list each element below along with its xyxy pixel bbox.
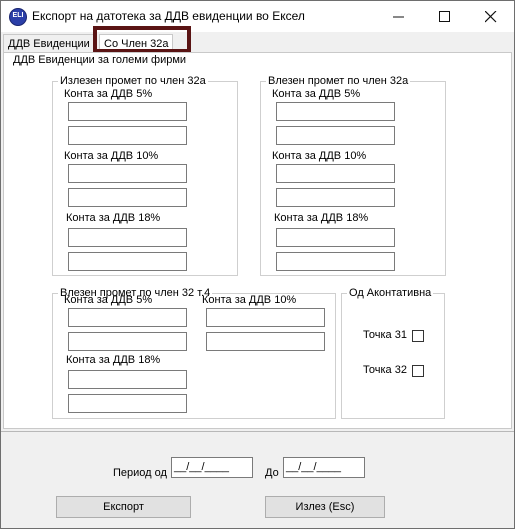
outgoing-vat5-field-1[interactable] bbox=[68, 102, 187, 121]
period-to-field[interactable]: __/__/____ bbox=[283, 457, 365, 478]
incoming-vat10-label: Конта за ДДВ 10% bbox=[272, 150, 367, 162]
incoming4-vat5-label: Конта за ДДВ 5% bbox=[64, 294, 153, 306]
incoming-vat5-label: Конта за ДДВ 5% bbox=[272, 88, 361, 100]
incoming-vat5-field-2[interactable] bbox=[276, 126, 395, 145]
minimize-icon bbox=[393, 16, 404, 18]
outgoing-vat18-label: Конта за ДДВ 18% bbox=[66, 212, 161, 224]
incoming-vat10-field-1[interactable] bbox=[276, 164, 395, 183]
app-logo-icon: ELI bbox=[9, 8, 27, 26]
incoming-vat10-field-2[interactable] bbox=[276, 188, 395, 207]
incoming4-vat5-field[interactable] bbox=[68, 308, 187, 327]
incoming4-vat5-field-2[interactable] bbox=[68, 332, 187, 351]
tab-vat-records[interactable]: ДДВ Евиденции bbox=[3, 34, 97, 53]
export-button[interactable]: Експорт bbox=[56, 496, 191, 518]
period-from-field[interactable]: __/__/____ bbox=[171, 457, 253, 478]
incoming-vat18-field-2[interactable] bbox=[276, 252, 395, 271]
point-32-label: Точка 32 bbox=[363, 364, 407, 376]
period-from-label: Период од bbox=[113, 467, 167, 479]
title-bar: ELI Експорт на датотека за ДДВ евиденции… bbox=[1, 1, 514, 32]
panel-legend: ДДВ Евиденции за големи фирми bbox=[13, 54, 187, 66]
minimize-button[interactable] bbox=[376, 1, 422, 32]
group-advance: Од Аконтативна bbox=[341, 287, 445, 419]
incoming4-vat10-label: Конта за ДДВ 10% bbox=[202, 294, 297, 306]
group-outgoing-32a-legend: Излезен промет по член 32а bbox=[58, 75, 208, 87]
window-title: Експорт на датотека за ДДВ евиденции во … bbox=[32, 9, 305, 23]
group-advance-legend: Од Аконтативна bbox=[347, 287, 434, 299]
outgoing-vat10-label: Конта за ДДВ 10% bbox=[64, 150, 159, 162]
incoming-vat5-field-1[interactable] bbox=[276, 102, 395, 121]
incoming4-vat18-field-1[interactable] bbox=[68, 370, 187, 389]
outgoing-vat10-field-1[interactable] bbox=[68, 164, 187, 183]
outgoing-vat18-field-1[interactable] bbox=[68, 228, 187, 247]
group-incoming-32a-legend: Влезен промет по член 32а bbox=[266, 75, 411, 87]
close-icon bbox=[485, 11, 497, 23]
export-window: ELI Експорт на датотека за ДДВ евиденции… bbox=[0, 0, 515, 529]
incoming-vat18-label: Конта за ДДВ 18% bbox=[274, 212, 369, 224]
outgoing-vat5-label: Конта за ДДВ 5% bbox=[64, 88, 153, 100]
maximize-button[interactable] bbox=[422, 1, 468, 32]
bottom-separator bbox=[1, 431, 514, 432]
tab-panel: ДДВ Евиденции за големи фирми Излезен пр… bbox=[3, 52, 512, 429]
tab-highlight-frame bbox=[93, 26, 191, 53]
incoming4-vat10-field-1[interactable] bbox=[206, 308, 325, 327]
incoming-vat18-field-1[interactable] bbox=[276, 228, 395, 247]
incoming4-vat10-field-2[interactable] bbox=[206, 332, 325, 351]
point-31-checkbox[interactable] bbox=[412, 330, 424, 342]
point-31-label: Точка 31 bbox=[363, 329, 407, 341]
outgoing-vat10-field-2[interactable] bbox=[68, 188, 187, 207]
maximize-icon bbox=[439, 11, 450, 22]
incoming4-vat18-label: Конта за ДДВ 18% bbox=[66, 354, 161, 366]
close-button[interactable] bbox=[468, 1, 514, 32]
outgoing-vat5-field-2[interactable] bbox=[68, 126, 187, 145]
outgoing-vat18-field-2[interactable] bbox=[68, 252, 187, 271]
exit-button[interactable]: Излез (Esc) bbox=[265, 496, 385, 518]
period-to-label: До bbox=[265, 467, 279, 479]
incoming4-vat18-field-2[interactable] bbox=[68, 394, 187, 413]
app-logo-text: ELI bbox=[12, 12, 24, 19]
point-32-checkbox[interactable] bbox=[412, 365, 424, 377]
